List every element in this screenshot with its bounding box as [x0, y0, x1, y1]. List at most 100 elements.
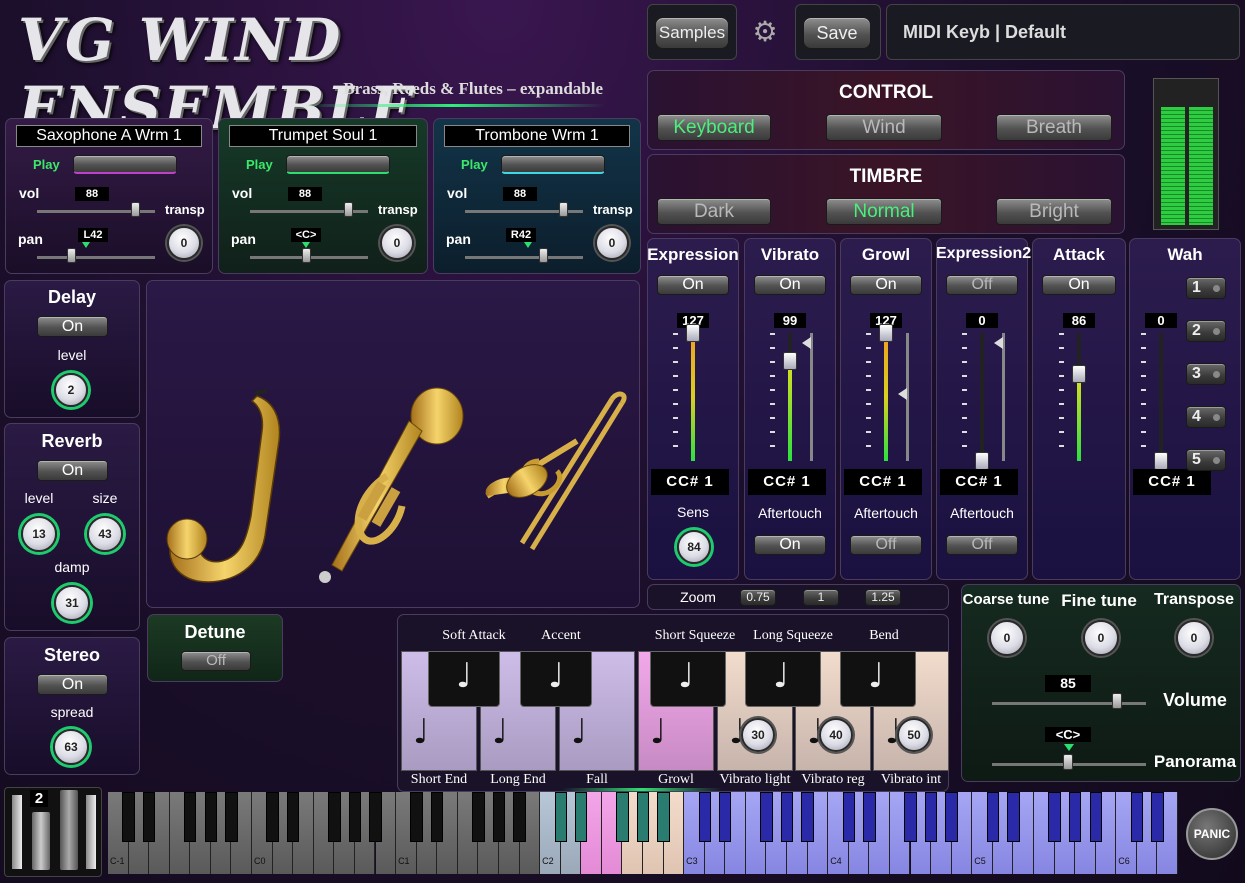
mod-slider-thumb[interactable] [975, 452, 989, 470]
piano-black-key[interactable] [266, 792, 279, 842]
cc-readout[interactable]: CC# 1 [748, 469, 826, 495]
mod-slider-thumb[interactable] [1154, 452, 1168, 470]
zoom-075-button[interactable]: 0.75 [740, 589, 776, 606]
keyboard-scroll-left[interactable] [12, 795, 22, 869]
timbre-bright-button[interactable]: Bright [996, 198, 1112, 225]
delay-level-knob[interactable]: 2 [54, 373, 88, 407]
piano-black-key[interactable] [1151, 792, 1164, 842]
piano-black-key[interactable] [575, 792, 588, 842]
wah-preset-button-4[interactable]: 4 [1186, 406, 1226, 428]
mod-toggle-button[interactable]: On [1042, 275, 1116, 295]
piano-black-key[interactable] [636, 792, 650, 842]
volume-slider-track[interactable] [992, 702, 1146, 705]
control-wind-button[interactable]: Wind [826, 114, 942, 141]
piano-black-key[interactable] [698, 792, 711, 842]
save-button[interactable]: Save [803, 17, 871, 49]
play-label[interactable]: Play [246, 157, 273, 172]
piano-black-key[interactable] [287, 792, 300, 842]
instrument-name-box[interactable]: Saxophone A Wrm 1 [16, 125, 202, 147]
mod-slider-track[interactable] [980, 333, 984, 461]
aftertouch-toggle-button[interactable]: Off [946, 535, 1018, 555]
mod-slider-track[interactable] [1159, 333, 1163, 461]
piano-black-key[interactable] [945, 792, 958, 842]
pan-slider-track[interactable] [37, 256, 155, 259]
instrument-name-box[interactable]: Trumpet Soul 1 [229, 125, 417, 147]
piano-black-key[interactable] [904, 792, 917, 842]
detune-toggle-button[interactable]: Off [181, 651, 251, 671]
piano-black-key[interactable] [924, 792, 938, 842]
timbre-normal-button[interactable]: Normal [826, 198, 942, 225]
piano-black-key[interactable] [328, 792, 341, 842]
pitch-wheel[interactable] [32, 812, 50, 870]
piano-black-key[interactable] [657, 792, 670, 842]
piano-black-key[interactable] [616, 792, 629, 842]
gear-icon[interactable]: ⚙ [751, 18, 779, 46]
aftertouch-toggle-button[interactable]: On [754, 535, 826, 555]
mod-toggle-button[interactable]: On [657, 275, 729, 295]
transp-knob[interactable]: 0 [167, 226, 201, 260]
piano-black-key[interactable] [1130, 792, 1144, 842]
panic-button[interactable]: PANIC [1186, 808, 1238, 860]
vibrato-depth-knob[interactable]: 30 [741, 718, 775, 752]
piano-black-key[interactable] [492, 792, 506, 842]
wah-preset-button-1[interactable]: 1 [1186, 277, 1226, 299]
samples-button[interactable]: Samples [655, 17, 729, 49]
mod-slider-thumb[interactable] [879, 324, 893, 342]
aux-slider-arrow[interactable] [898, 388, 907, 400]
stereo-spread-knob[interactable]: 63 [53, 729, 89, 765]
piano-black-key[interactable] [863, 792, 876, 842]
piano-black-key[interactable] [348, 792, 362, 842]
play-button[interactable] [501, 155, 605, 174]
pan-slider-thumb[interactable] [302, 248, 311, 263]
piano-black-key[interactable] [1048, 792, 1061, 842]
wah-preset-button-3[interactable]: 3 [1186, 363, 1226, 385]
control-breath-button[interactable]: Breath [996, 114, 1112, 141]
transpose-knob[interactable]: 0 [1176, 620, 1212, 656]
panorama-slider-thumb[interactable] [1063, 754, 1073, 770]
transp-knob[interactable]: 0 [380, 226, 414, 260]
piano-black-key[interactable] [410, 792, 423, 842]
keyboard-scroll-right[interactable] [86, 795, 96, 869]
aux-slider-arrow[interactable] [994, 337, 1003, 349]
cc-readout[interactable]: CC# 1 [1133, 469, 1211, 495]
aux-slider-arrow[interactable] [802, 337, 811, 349]
piano-black-key[interactable] [1007, 792, 1020, 842]
piano-black-key[interactable] [1089, 792, 1102, 842]
piano-black-key[interactable] [369, 792, 382, 842]
piano-black-key[interactable] [513, 792, 526, 842]
vibrato-depth-knob[interactable]: 50 [897, 718, 931, 752]
mod-slider-thumb[interactable] [1072, 365, 1086, 383]
vol-slider-thumb[interactable] [344, 202, 353, 217]
reverb-damp-knob[interactable]: 31 [54, 585, 90, 621]
instrument-name-box[interactable]: Trombone Wrm 1 [444, 125, 630, 147]
piano-black-key[interactable] [780, 792, 794, 842]
reverb-size-knob[interactable]: 43 [87, 516, 123, 552]
wah-preset-button-5[interactable]: 5 [1186, 449, 1226, 471]
piano-black-key[interactable] [801, 792, 814, 842]
play-label[interactable]: Play [461, 157, 488, 172]
timbre-dark-button[interactable]: Dark [657, 198, 771, 225]
aux-slider-track[interactable] [810, 333, 813, 461]
mod-slider-thumb[interactable] [783, 352, 797, 370]
sens-knob[interactable]: 84 [677, 530, 711, 564]
piano-black-key[interactable] [1068, 792, 1082, 842]
aftertouch-toggle-button[interactable]: Off [850, 535, 922, 555]
piano-black-key[interactable] [142, 792, 156, 842]
piano-black-key[interactable] [554, 792, 567, 842]
pan-slider-thumb[interactable] [67, 248, 76, 263]
stereo-toggle-button[interactable]: On [37, 674, 108, 695]
vibrato-depth-knob[interactable]: 40 [819, 718, 853, 752]
piano-black-key[interactable] [184, 792, 197, 842]
play-label[interactable]: Play [33, 157, 60, 172]
midi-preset-display[interactable]: MIDI Keyb | Default [886, 4, 1240, 60]
reverb-toggle-button[interactable]: On [37, 460, 108, 481]
vol-slider-thumb[interactable] [559, 202, 568, 217]
volume-slider-thumb[interactable] [1112, 693, 1122, 709]
piano-black-key[interactable] [431, 792, 444, 842]
transp-knob[interactable]: 0 [595, 226, 629, 260]
play-button[interactable] [286, 155, 390, 174]
play-button[interactable] [73, 155, 177, 174]
zoom-125-button[interactable]: 1.25 [865, 589, 901, 606]
piano-black-key[interactable] [719, 792, 732, 842]
piano-black-key[interactable] [472, 792, 485, 842]
